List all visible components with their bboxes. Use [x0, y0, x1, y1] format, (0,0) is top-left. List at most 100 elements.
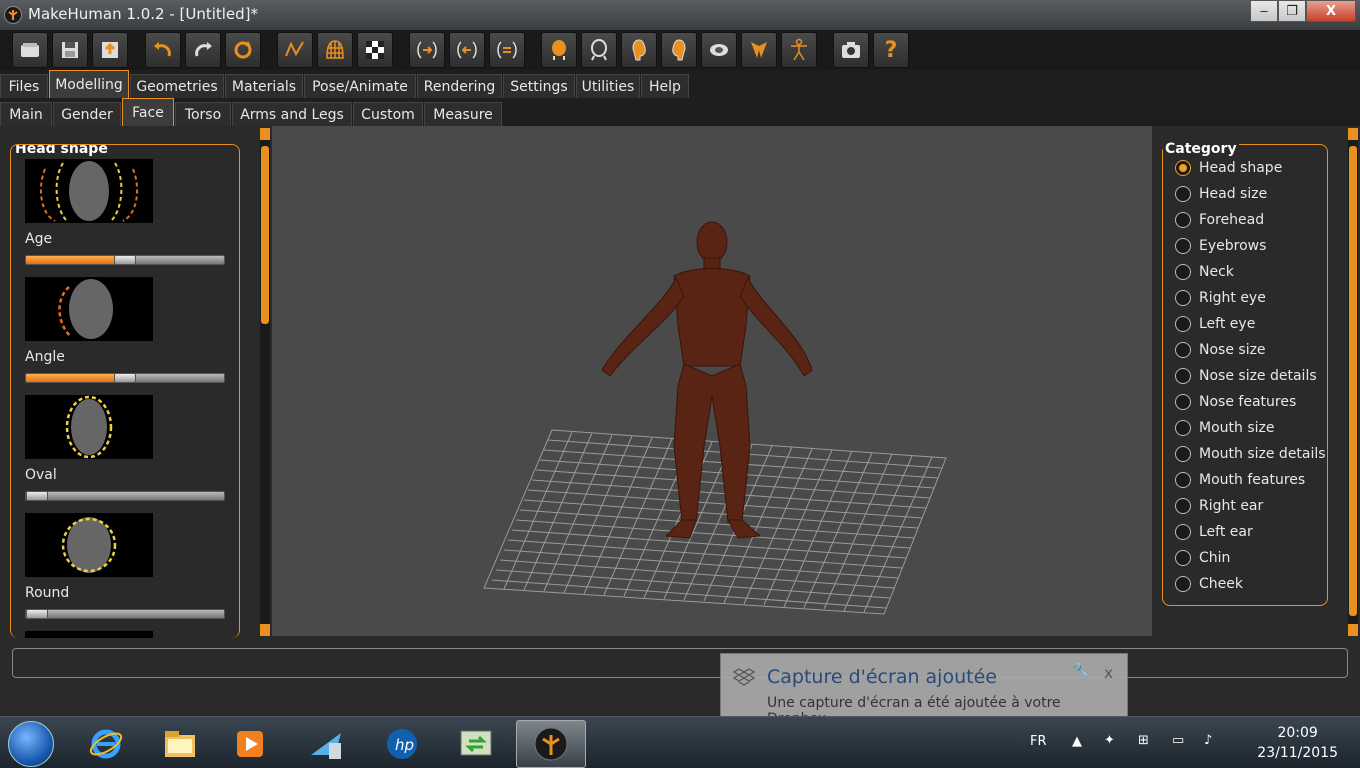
radio-button[interactable] — [1175, 550, 1191, 566]
face-left-button[interactable] — [621, 32, 657, 68]
clock[interactable]: 20:09 23/11/2015 — [1257, 723, 1338, 763]
skeleton-button[interactable] — [781, 32, 817, 68]
radio-button[interactable] — [1175, 290, 1191, 306]
radio-button[interactable] — [1175, 420, 1191, 436]
tab-modelling[interactable]: Modelling — [49, 70, 129, 98]
face-bottom-button[interactable] — [741, 32, 777, 68]
taskbar-network[interactable] — [294, 720, 358, 768]
category-nose-size[interactable]: Nose size — [1175, 340, 1266, 360]
tab-pose-animate[interactable]: Pose/Animate — [304, 74, 416, 98]
tab-main[interactable]: Main — [0, 102, 52, 126]
taskbar-explorer[interactable] — [148, 720, 212, 768]
pose-center-button[interactable] — [489, 32, 525, 68]
slider-handle[interactable] — [26, 491, 48, 501]
pose-right-button[interactable] — [449, 32, 485, 68]
tab-rendering[interactable]: Rendering — [417, 74, 502, 98]
category-mouth-features[interactable]: Mouth features — [1175, 470, 1305, 490]
age-slider[interactable] — [25, 255, 225, 265]
tab-arms-and-legs[interactable]: Arms and Legs — [232, 102, 352, 126]
category-right-ear[interactable]: Right ear — [1175, 496, 1263, 516]
tab-face[interactable]: Face — [122, 98, 174, 126]
taskbar-makehuman[interactable] — [516, 720, 586, 768]
round-slider[interactable] — [25, 609, 225, 619]
maximize-button[interactable]: ❐ — [1278, 0, 1306, 22]
wireframe-button[interactable] — [317, 32, 353, 68]
language-indicator[interactable]: FR — [1030, 734, 1047, 749]
tray-expand-icon[interactable]: ▲ — [1072, 734, 1082, 749]
tab-settings[interactable]: Settings — [503, 74, 575, 98]
category-nose-size-details[interactable]: Nose size details — [1175, 366, 1317, 386]
open-button[interactable] — [12, 32, 48, 68]
background-button[interactable] — [357, 32, 393, 68]
export-button[interactable] — [92, 32, 128, 68]
tab-measure[interactable]: Measure — [424, 102, 502, 126]
tab-utilities[interactable]: Utilities — [576, 74, 640, 98]
redo-button[interactable] — [185, 32, 221, 68]
radio-button[interactable] — [1175, 472, 1191, 488]
help-button[interactable]: ? — [873, 32, 909, 68]
radio-button[interactable] — [1175, 238, 1191, 254]
radio-button[interactable] — [1175, 446, 1191, 462]
dropbox-notification[interactable]: Capture d'écran ajoutée Une capture d'éc… — [720, 653, 1128, 727]
tab-custom[interactable]: Custom — [353, 102, 423, 126]
notification-close-button[interactable]: x — [1104, 664, 1113, 682]
scroll-down-arrow-icon[interactable] — [260, 624, 270, 636]
category-left-ear[interactable]: Left ear — [1175, 522, 1253, 542]
radio-button[interactable] — [1175, 342, 1191, 358]
face-front-button[interactable] — [541, 32, 577, 68]
smooth-button[interactable] — [277, 32, 313, 68]
taskbar-media-player[interactable] — [218, 720, 282, 768]
pose-left-button[interactable] — [409, 32, 445, 68]
category-right-eye[interactable]: Right eye — [1175, 288, 1266, 308]
screenshot-button[interactable] — [833, 32, 869, 68]
radio-button[interactable] — [1175, 186, 1191, 202]
angle-slider[interactable] — [25, 373, 225, 383]
scroll-thumb[interactable] — [261, 146, 269, 324]
category-cheek[interactable]: Cheek — [1175, 574, 1243, 594]
category-neck[interactable]: Neck — [1175, 262, 1234, 282]
tab-materials[interactable]: Materials — [225, 74, 303, 98]
radio-button[interactable] — [1175, 498, 1191, 514]
save-button[interactable] — [52, 32, 88, 68]
taskbar-ie[interactable] — [74, 720, 138, 768]
close-button[interactable]: X — [1306, 0, 1356, 22]
category-chin[interactable]: Chin — [1175, 548, 1230, 568]
wrench-icon[interactable]: 🔧 — [1072, 662, 1091, 680]
category-nose-features[interactable]: Nose features — [1175, 392, 1296, 412]
radio-button[interactable] — [1175, 576, 1191, 592]
category-forehead[interactable]: Forehead — [1175, 210, 1264, 230]
category-mouth-size-details[interactable]: Mouth size details — [1175, 444, 1326, 464]
tab-help[interactable]: Help — [641, 74, 689, 98]
slider-handle[interactable] — [114, 255, 136, 265]
face-top-button[interactable] — [701, 32, 737, 68]
radio-button[interactable] — [1175, 264, 1191, 280]
network-tray-icon[interactable]: ▭ — [1172, 733, 1184, 748]
category-mouth-size[interactable]: Mouth size — [1175, 418, 1274, 438]
radio-button[interactable] — [1175, 368, 1191, 384]
slider-handle[interactable] — [26, 609, 48, 619]
tab-gender[interactable]: Gender — [53, 102, 121, 126]
oval-slider[interactable] — [25, 491, 225, 501]
category-head-shape[interactable]: Head shape — [1175, 158, 1282, 178]
windows-flag-icon[interactable]: ⊞ — [1138, 733, 1149, 748]
tab-geometries[interactable]: Geometries — [130, 74, 224, 98]
left-scrollbar[interactable] — [260, 128, 270, 636]
face-right-button[interactable] — [661, 32, 697, 68]
minimize-button[interactable]: ‒ — [1250, 0, 1278, 22]
radio-button[interactable] — [1175, 394, 1191, 410]
category-eyebrows[interactable]: Eyebrows — [1175, 236, 1266, 256]
right-scrollbar[interactable] — [1348, 128, 1358, 636]
radio-button[interactable] — [1175, 316, 1191, 332]
3d-viewport[interactable] — [272, 126, 1152, 636]
scroll-up-arrow-icon[interactable] — [260, 128, 270, 140]
dropbox-tray-icon[interactable]: ✦ — [1104, 733, 1115, 748]
scroll-down-arrow-icon[interactable] — [1348, 624, 1358, 636]
undo-button[interactable] — [145, 32, 181, 68]
face-back-button[interactable] — [581, 32, 617, 68]
radio-button[interactable] — [1175, 160, 1191, 176]
volume-icon[interactable]: ♪ — [1204, 733, 1212, 748]
tab-files[interactable]: Files — [0, 74, 48, 98]
start-button[interactable] — [8, 721, 54, 767]
taskbar-sync[interactable] — [444, 720, 508, 768]
taskbar-hp[interactable]: hp — [370, 720, 434, 768]
